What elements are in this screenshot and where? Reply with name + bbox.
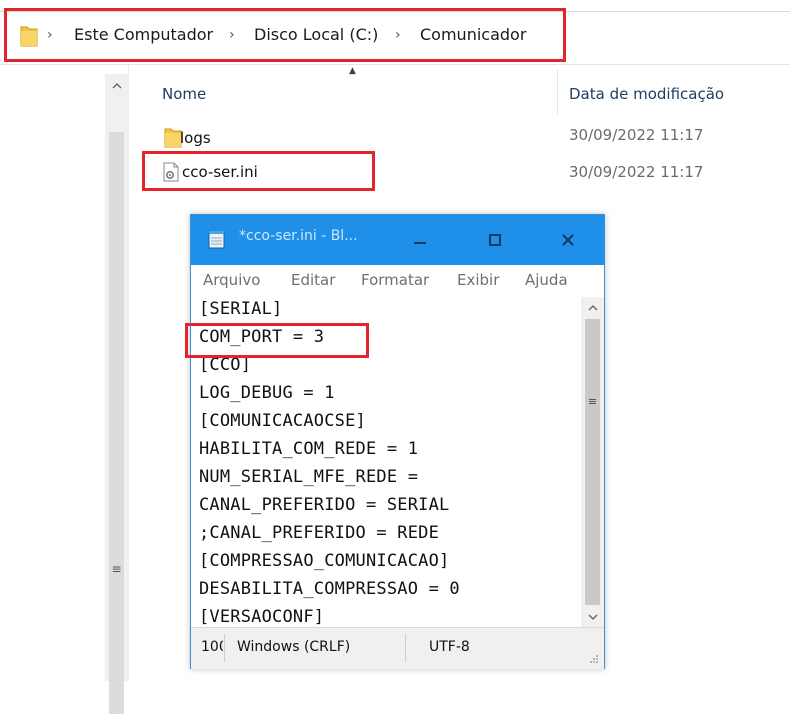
- column-header-name[interactable]: Nome: [162, 80, 206, 108]
- status-line-ending: Windows (CRLF): [237, 639, 351, 655]
- file-name: logs: [180, 129, 211, 147]
- column-divider[interactable]: [557, 70, 558, 114]
- status-zoom: 100: [201, 639, 223, 655]
- menu-item-ajuda[interactable]: Ajuda: [525, 271, 568, 289]
- file-highlight: [142, 151, 375, 191]
- text-line: CANAL_PREFERIDO = SERIAL: [199, 495, 450, 515]
- scroll-up-arrow-icon[interactable]: [581, 297, 604, 317]
- status-encoding: UTF-8: [429, 639, 470, 655]
- minimize-icon: [414, 242, 426, 244]
- text-line: NUM_SERIAL_MFE_REDE =: [199, 467, 419, 487]
- text-line: [CCO]: [199, 355, 252, 375]
- close-icon: [562, 234, 574, 246]
- menu-item-formatar[interactable]: Formatar: [361, 271, 429, 289]
- scroll-grip-icon: ≡: [587, 395, 598, 408]
- file-date: 30/09/2022 11:17: [569, 163, 704, 181]
- pane-divider: [128, 64, 129, 681]
- notepad-window[interactable]: *cco-ser.ini - Bl... Arquivo Editar Form…: [190, 214, 605, 669]
- scroll-up-arrow-icon[interactable]: [105, 74, 128, 96]
- notepad-title: *cco-ser.ini - Bl...: [239, 228, 358, 244]
- notepad-menu-bar: Arquivo Editar Formatar Exibir Ajuda: [191, 265, 604, 297]
- com-port-highlight: [185, 323, 369, 358]
- text-line: [COMUNICACAOCSE]: [199, 411, 366, 431]
- sort-ascending-icon: ▲: [349, 66, 356, 76]
- text-line: [COMPRESSAO_COMUNICACAO]: [199, 551, 450, 571]
- maximize-button[interactable]: [468, 215, 522, 265]
- notepad-icon: [208, 231, 225, 249]
- text-line: [VERSAOCONF]: [199, 607, 325, 627]
- status-divider: [224, 634, 225, 662]
- text-line: [SERIAL]: [199, 299, 283, 319]
- notepad-status-bar: 100 Windows (CRLF) UTF-8: [191, 627, 604, 669]
- notepad-title-bar[interactable]: *cco-ser.ini - Bl...: [191, 215, 604, 265]
- menu-item-editar[interactable]: Editar: [291, 271, 335, 289]
- scroll-thumb[interactable]: [109, 132, 124, 714]
- scroll-down-arrow-icon[interactable]: [581, 607, 604, 627]
- menu-item-arquivo[interactable]: Arquivo: [203, 271, 260, 289]
- text-line: DESABILITA_COMPRESSAO = 0: [199, 579, 460, 599]
- text-line: LOG_DEBUG = 1: [199, 383, 335, 403]
- menu-item-exibir[interactable]: Exibir: [457, 271, 499, 289]
- scroll-thumb[interactable]: [585, 319, 600, 605]
- text-line: ;CANAL_PREFERIDO = REDE: [199, 523, 440, 543]
- address-bar-highlight: [4, 8, 566, 62]
- list-item-logs[interactable]: logs 30/09/2022 11:17: [158, 126, 778, 152]
- text-line: HABILITA_COM_REDE = 1: [199, 439, 419, 459]
- navigation-pane-scrollbar[interactable]: ≡: [105, 74, 129, 714]
- column-header-date[interactable]: Data de modificação: [569, 80, 724, 108]
- resize-grip-icon[interactable]: [589, 654, 599, 664]
- scroll-grip-icon: ≡: [111, 562, 122, 576]
- minimize-button[interactable]: [393, 215, 447, 265]
- file-date: 30/09/2022 11:17: [569, 126, 704, 144]
- status-divider: [405, 634, 406, 662]
- notepad-vertical-scrollbar[interactable]: ≡: [581, 297, 604, 627]
- close-button[interactable]: [541, 215, 595, 265]
- maximize-icon: [489, 234, 501, 246]
- address-bar-bottom-border: [0, 64, 790, 65]
